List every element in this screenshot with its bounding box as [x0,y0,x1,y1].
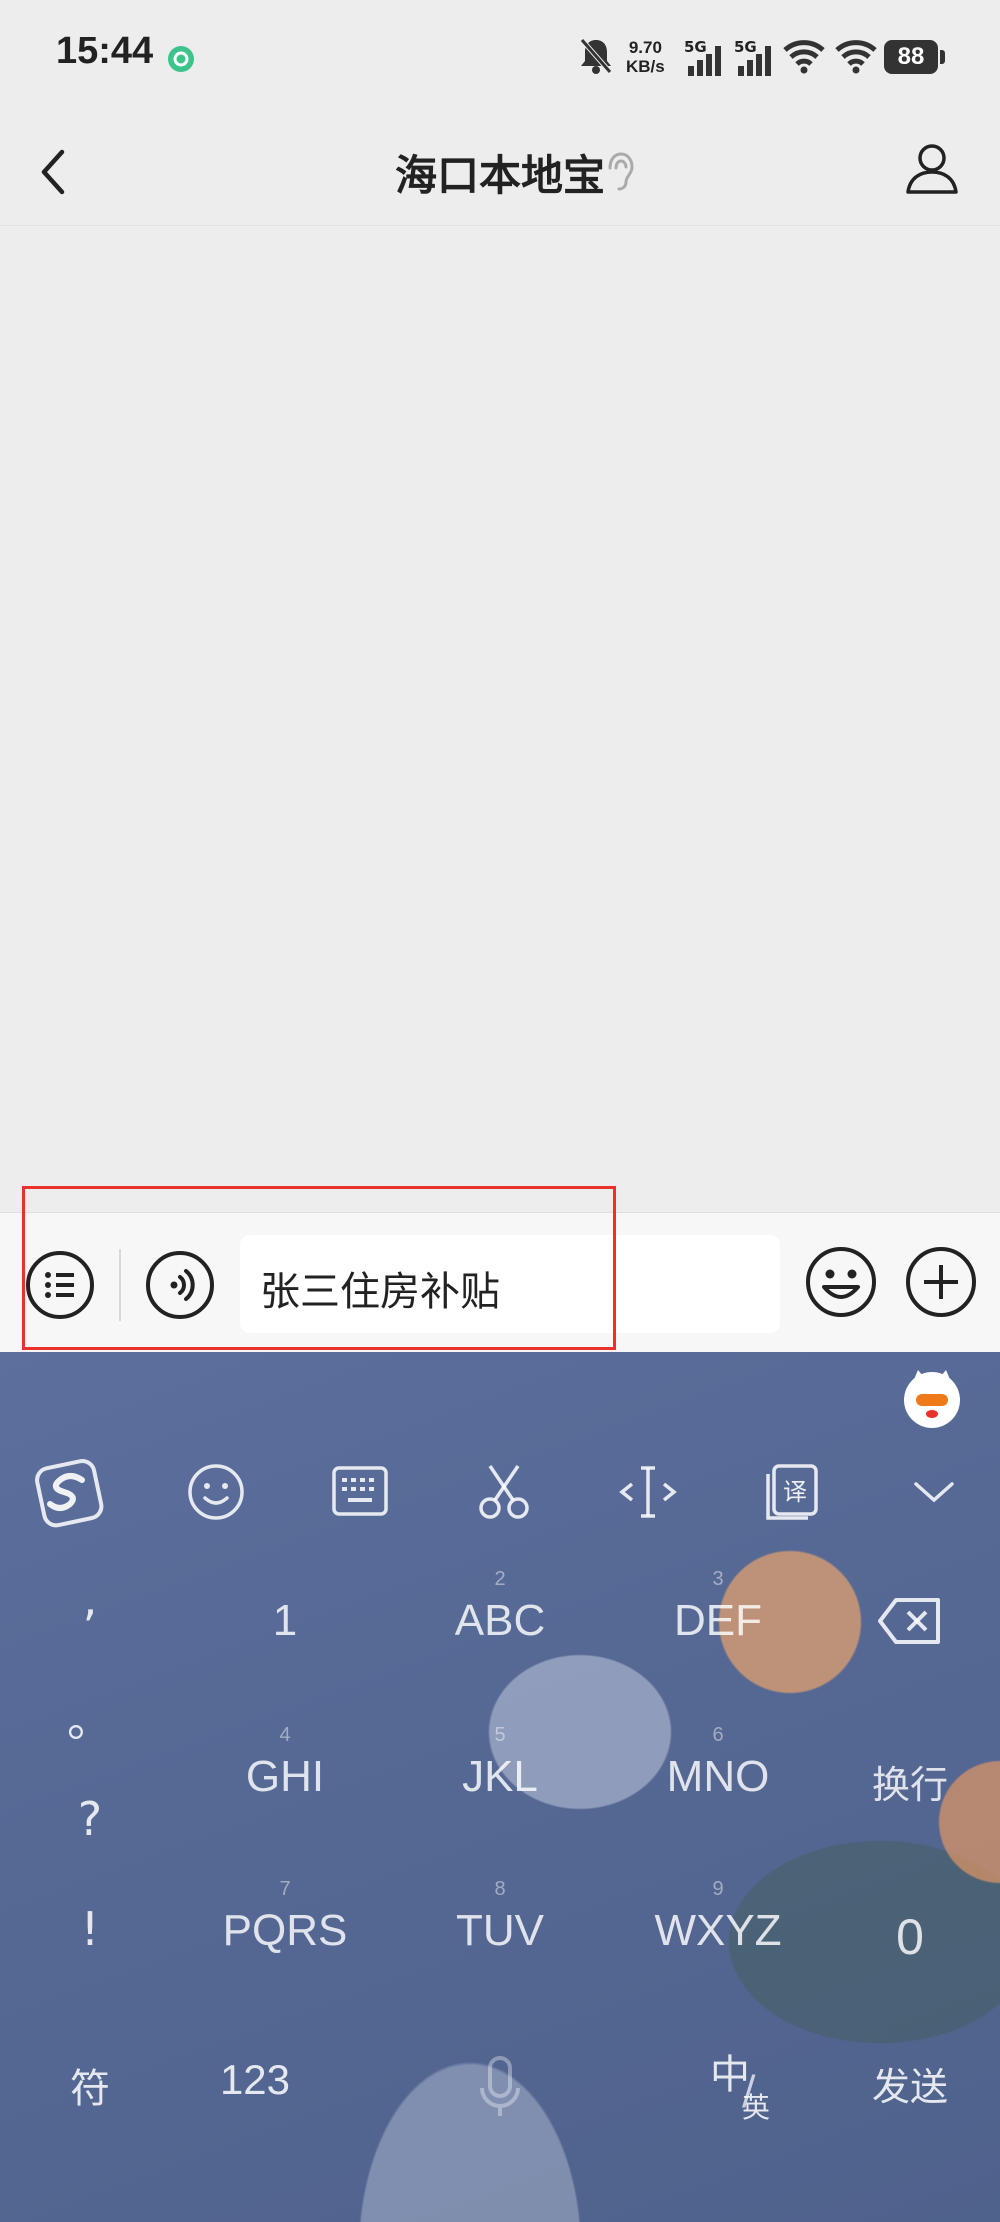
key-1[interactable]: 1 [185,1596,385,1646]
app-notification-icon [168,46,194,72]
chat-header: 海口本地宝 [0,120,1000,226]
key-9-number: 9 [712,1878,724,1900]
key-def[interactable]: DEF [618,1596,818,1646]
key-4-number: 4 [279,1724,291,1746]
key-mno[interactable]: MNO [618,1752,818,1802]
punct-comma[interactable]: , [60,1572,120,1626]
emoji-icon[interactable] [804,1245,878,1319]
status-time: 15:44 [56,30,154,72]
numeric-key[interactable]: 123 [190,2056,320,2104]
cursor-move-icon[interactable] [608,1452,688,1532]
mute-bell-icon [580,38,612,74]
key-2-number: 2 [494,1568,506,1590]
key-6-number: 6 [712,1724,724,1746]
scissors-icon[interactable] [464,1452,544,1532]
wifi-icon-2 [835,40,877,74]
key-8-number: 8 [494,1878,506,1900]
status-bar: 15:44 9.70 KB/s 5G 5G 88 [0,0,1000,120]
language-sub-label: 英 [742,2091,771,2124]
signal-strength-icon [688,46,721,76]
keyboard-emoji-icon[interactable] [176,1452,256,1532]
punct-exclaim[interactable]: ! [60,1902,120,1956]
earpiece-mode-icon [608,152,634,191]
wifi-icon [783,40,825,74]
profile-icon[interactable] [900,136,964,200]
newline-key[interactable]: 换行 [850,1754,970,1809]
sogou-logo-icon[interactable] [30,1452,110,1532]
key-5-number: 5 [494,1724,506,1746]
network-speed: 9.70 KB/s [626,38,665,76]
key-abc[interactable]: ABC [400,1596,600,1646]
key-0[interactable]: 0 [850,1908,970,1966]
backspace-icon[interactable] [876,1596,944,1646]
signal-strength-icon-2 [738,46,771,76]
key-ghi[interactable]: GHI [185,1752,385,1802]
key-pqrs[interactable]: PQRS [185,1906,385,1956]
punct-question[interactable]: ? [60,1792,120,1846]
key-wxyz[interactable]: WXYZ [618,1906,818,1956]
chat-title: 海口本地宝 [394,151,605,200]
keyboard-layout-icon[interactable] [320,1452,400,1532]
message-list[interactable] [0,226,1000,1212]
annotation-highlight-box [22,1186,616,1350]
ime-mascot-icon[interactable] [900,1366,964,1430]
more-plus-icon[interactable] [904,1245,978,1319]
key-jkl[interactable]: JKL [400,1752,600,1802]
svg-text:译: 译 [783,1478,807,1506]
punct-period[interactable]: 。 [60,1684,120,1750]
translate-icon[interactable]: 译 [752,1452,832,1532]
network-speed-unit: KB/s [626,57,665,76]
symbols-key[interactable]: 符 [40,2056,140,2114]
key-tuv[interactable]: TUV [400,1906,600,1956]
battery-tip [940,50,945,64]
language-switch-key[interactable]: 中 / 英 [700,2042,800,2132]
network-speed-value: 9.70 [628,38,662,57]
ime-keyboard: 译 , 。 ? ! 1 2 ABC 3 DEF 4 GHI 5 JKL 6 MN… [0,1352,1000,2222]
battery-indicator: 88 [884,40,938,74]
space-key[interactable] [360,2042,640,2132]
collapse-keyboard-icon[interactable] [894,1452,974,1532]
microphone-icon [480,2056,520,2116]
send-key[interactable]: 发送 [850,2056,970,2111]
key-3-number: 3 [712,1568,724,1590]
key-7-number: 7 [279,1878,291,1900]
